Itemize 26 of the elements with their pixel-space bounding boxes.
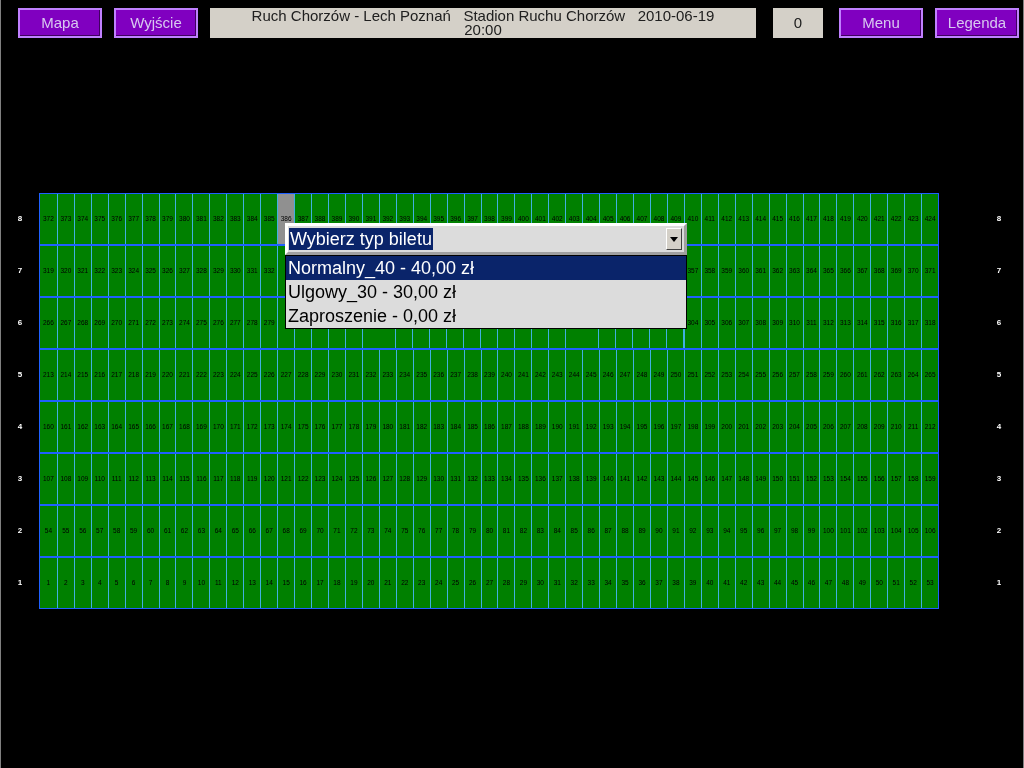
row-label: 3 — [996, 473, 1002, 485]
dropdown-option[interactable]: Zaproszenie - 0,00 zł — [286, 304, 686, 328]
dropdown-option[interactable]: Normalny_40 - 40,00 zł — [286, 256, 686, 280]
row-label: 3 — [17, 473, 23, 485]
row-label: 5 — [996, 369, 1002, 381]
row-label: 6 — [17, 317, 23, 329]
row-label: 8 — [996, 213, 1002, 225]
event-info: Ruch Chorzów - Lech Poznań Stadion Ruchu Chorzów 2010-06-19 20:00 — [210, 8, 756, 38]
row-label: 4 — [17, 421, 23, 433]
row-label: 2 — [17, 525, 23, 537]
row-label: 7 — [17, 265, 23, 277]
row-label: 8 — [17, 213, 23, 225]
nav-button[interactable]: Legenda — [935, 8, 1019, 38]
row-label: 4 — [996, 421, 1002, 433]
row-label: 5 — [17, 369, 23, 381]
nav-button[interactable]: Wyjście — [114, 8, 198, 38]
ticket-counter: 0 — [773, 8, 823, 38]
nav-button[interactable]: Menu — [839, 8, 923, 38]
row-label: 6 — [996, 317, 1002, 329]
row-label: 2 — [996, 525, 1002, 537]
row-label: 1 — [17, 577, 23, 589]
nav-button[interactable]: Mapa — [18, 8, 102, 38]
dropdown-option[interactable]: Ulgowy_30 - 30,00 zł — [286, 280, 686, 304]
row-label: 7 — [996, 265, 1002, 277]
row-label: 1 — [996, 577, 1002, 589]
ticket-type-select[interactable]: Wybierz typ biletu — [285, 223, 687, 255]
